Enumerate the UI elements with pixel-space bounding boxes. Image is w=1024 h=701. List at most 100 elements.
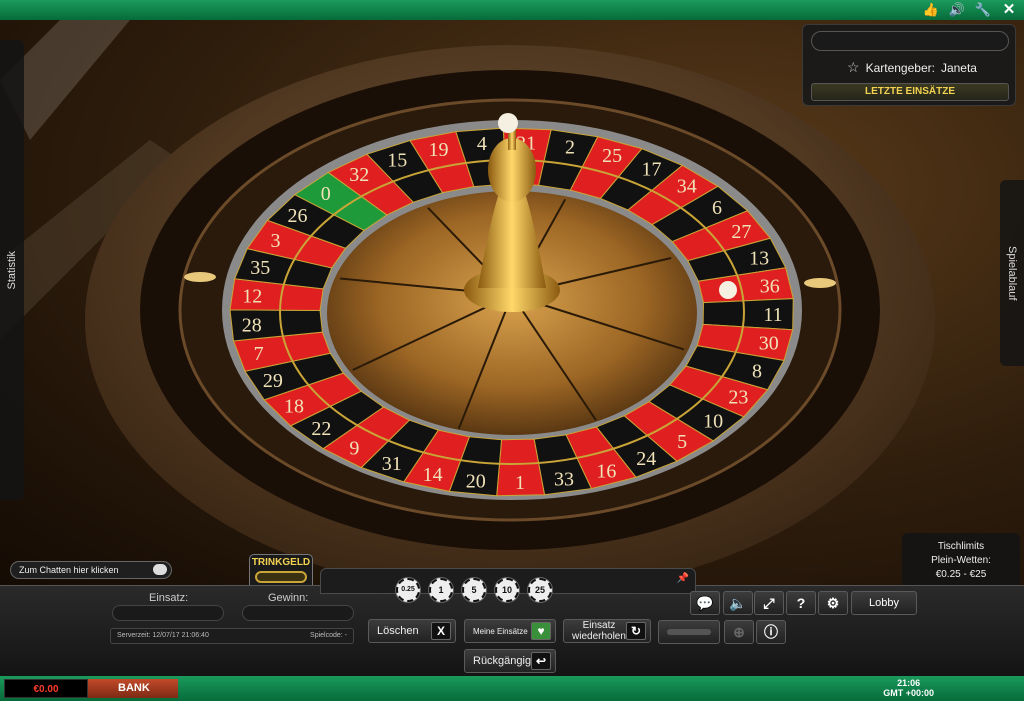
settings-gear-icon[interactable]: ⚙	[818, 591, 848, 615]
tip-slot	[255, 571, 307, 583]
wheel-number: 27	[731, 221, 751, 243]
wheel-number: 5	[677, 431, 687, 453]
repeat-bet-line1: Einsatz	[582, 620, 616, 631]
wheel-number: 30	[759, 333, 779, 355]
statistics-tab[interactable]: Statistik	[0, 40, 24, 500]
chat-input[interactable]: Zum Chatten hier klicken	[10, 561, 172, 579]
dealer-label: Kartengeber:	[865, 60, 935, 75]
clear-button[interactable]: Löschen X	[368, 619, 456, 643]
wheel-number: 25	[602, 145, 622, 167]
heart-icon: ♥	[531, 622, 551, 640]
roulette-ball	[498, 113, 518, 133]
undo-icon: ↩	[531, 652, 551, 670]
close-icon[interactable]: ✕	[1000, 1, 1018, 19]
game-code: Spielcode: -	[310, 632, 347, 639]
my-bets-button-label: Meine Einsätze	[473, 626, 528, 636]
bottom-bar: €0.00 BANK 21:06 GMT +00:00	[0, 676, 1024, 701]
wheel-number: 9	[349, 437, 359, 459]
wheel-number: 20	[466, 470, 486, 492]
fullscreen-icon[interactable]: ⤢	[754, 591, 784, 615]
racetrack-button[interactable]	[658, 620, 720, 644]
clock-time: 21:06	[897, 678, 921, 688]
control-panel: 📌 0.25 1 5 10 25 Einsatz: Gewinn: Server…	[0, 568, 1024, 676]
chat-toggle-icon[interactable]: 💬	[690, 591, 720, 615]
chip-5[interactable]: 5	[462, 578, 486, 602]
chip-selector: 0.25 1 5 10 25	[396, 578, 552, 602]
roulette-ball	[719, 281, 737, 299]
wheel-number: 8	[752, 361, 762, 383]
repeat-bet-label: Einsatz wiederholen	[572, 620, 626, 642]
wrench-icon[interactable]: 🔧	[974, 1, 992, 19]
game-history-tab-label: Spielablauf	[1006, 245, 1018, 301]
pin-icon[interactable]: 📌	[677, 573, 689, 584]
last-bets-button[interactable]: LETZTE EINSÄTZE	[811, 83, 1009, 101]
my-bets-button[interactable]: Meine Einsätze ♥	[464, 619, 556, 643]
wheel-number: 7	[254, 343, 264, 365]
racetrack-icon	[667, 629, 711, 635]
stake-label: Einsatz:	[149, 592, 189, 604]
game-history-tab[interactable]: Spielablauf	[1000, 180, 1024, 366]
wheel-number: 24	[636, 448, 656, 470]
chip-0-25[interactable]: 0.25	[396, 578, 420, 602]
chat-bubble-icon	[153, 564, 167, 575]
wheel-number: 16	[596, 460, 616, 482]
wheel-number: 18	[284, 396, 304, 418]
dealer-panel: ☆ Kartengeber: Janeta LETZTE EINSÄTZE	[802, 24, 1016, 106]
wheel-number: 23	[728, 387, 748, 409]
limits-subtitle: Plein-Wetten:	[931, 555, 991, 566]
wheel-number: 32	[349, 164, 369, 186]
clock: 21:06 GMT +00:00	[883, 678, 934, 698]
repeat-bet-line2: wiederholen	[572, 631, 626, 642]
limits-range: €0.25 - €25	[935, 569, 987, 580]
chip-10[interactable]: 10	[495, 578, 519, 602]
clear-x-icon: X	[431, 622, 451, 640]
wheel-number: 17	[641, 158, 661, 180]
limits-title: Tischlimits	[937, 541, 985, 552]
lobby-button[interactable]: Lobby	[851, 591, 917, 615]
chip-25[interactable]: 25	[528, 578, 552, 602]
balance-display: €0.00	[4, 679, 88, 698]
statistics-tab-label: Statistik	[6, 250, 18, 290]
dealer-message-field	[811, 31, 1009, 51]
win-field	[242, 605, 354, 621]
info-icon[interactable]: ⓘ	[756, 620, 786, 644]
speaker-icon[interactable]: 🔊	[948, 1, 966, 19]
wheel-number: 34	[677, 176, 697, 198]
star-icon[interactable]: ☆	[847, 59, 860, 76]
chip-1[interactable]: 1	[429, 578, 453, 602]
repeat-icon: ↻	[626, 622, 646, 640]
wheel-diamond	[184, 272, 216, 282]
bank-button[interactable]: BANK	[88, 679, 178, 698]
wheel-number: 29	[263, 370, 283, 392]
wheel-number: 4	[477, 133, 487, 155]
crosshair-icon[interactable]: ⊕	[724, 620, 754, 644]
wheel-number: 2	[565, 136, 575, 158]
wheel-number: 3	[270, 230, 280, 252]
wheel-number: 11	[763, 304, 782, 326]
undo-button[interactable]: Rückgängig ↩	[464, 649, 556, 673]
stake-field	[112, 605, 224, 621]
tip-button[interactable]: TRINKGELD	[249, 554, 313, 585]
repeat-bet-button[interactable]: Einsatz wiederholen ↻	[563, 619, 651, 643]
dealer-info: ☆ Kartengeber: Janeta	[847, 59, 977, 76]
wheel-number: 10	[703, 410, 723, 432]
undo-button-label: Rückgängig	[473, 655, 532, 667]
wheel-number: 36	[760, 275, 780, 297]
wheel-number: 22	[311, 418, 331, 440]
wheel-diamond	[804, 278, 836, 288]
sound-icon[interactable]: 🔈	[723, 591, 753, 615]
wheel-number: 31	[382, 453, 402, 475]
chat-placeholder: Zum Chatten hier klicken	[19, 565, 119, 575]
wheel-number: 13	[749, 247, 769, 269]
top-icons: 👍 🔊 🔧 ✕	[922, 1, 1018, 19]
table-limits[interactable]: Tischlimits Plein-Wetten: €0.25 - €25	[902, 533, 1020, 585]
thumbs-up-icon[interactable]: 👍	[922, 1, 940, 19]
wheel-number: 33	[554, 469, 574, 491]
wheel-number: 1	[515, 472, 525, 494]
server-time: Serverzeit: 12/07/17 21:06:40	[117, 632, 209, 639]
wheel-number: 12	[242, 286, 262, 308]
wheel-number: 0	[321, 183, 331, 205]
win-label: Gewinn:	[268, 592, 309, 604]
help-icon[interactable]: ?	[786, 591, 816, 615]
video-stage: 0 32 15 19 4 21 2 25 17 34 6 27 13 36 11 30 8 23 10 5 24 16 33…	[0, 20, 1024, 585]
